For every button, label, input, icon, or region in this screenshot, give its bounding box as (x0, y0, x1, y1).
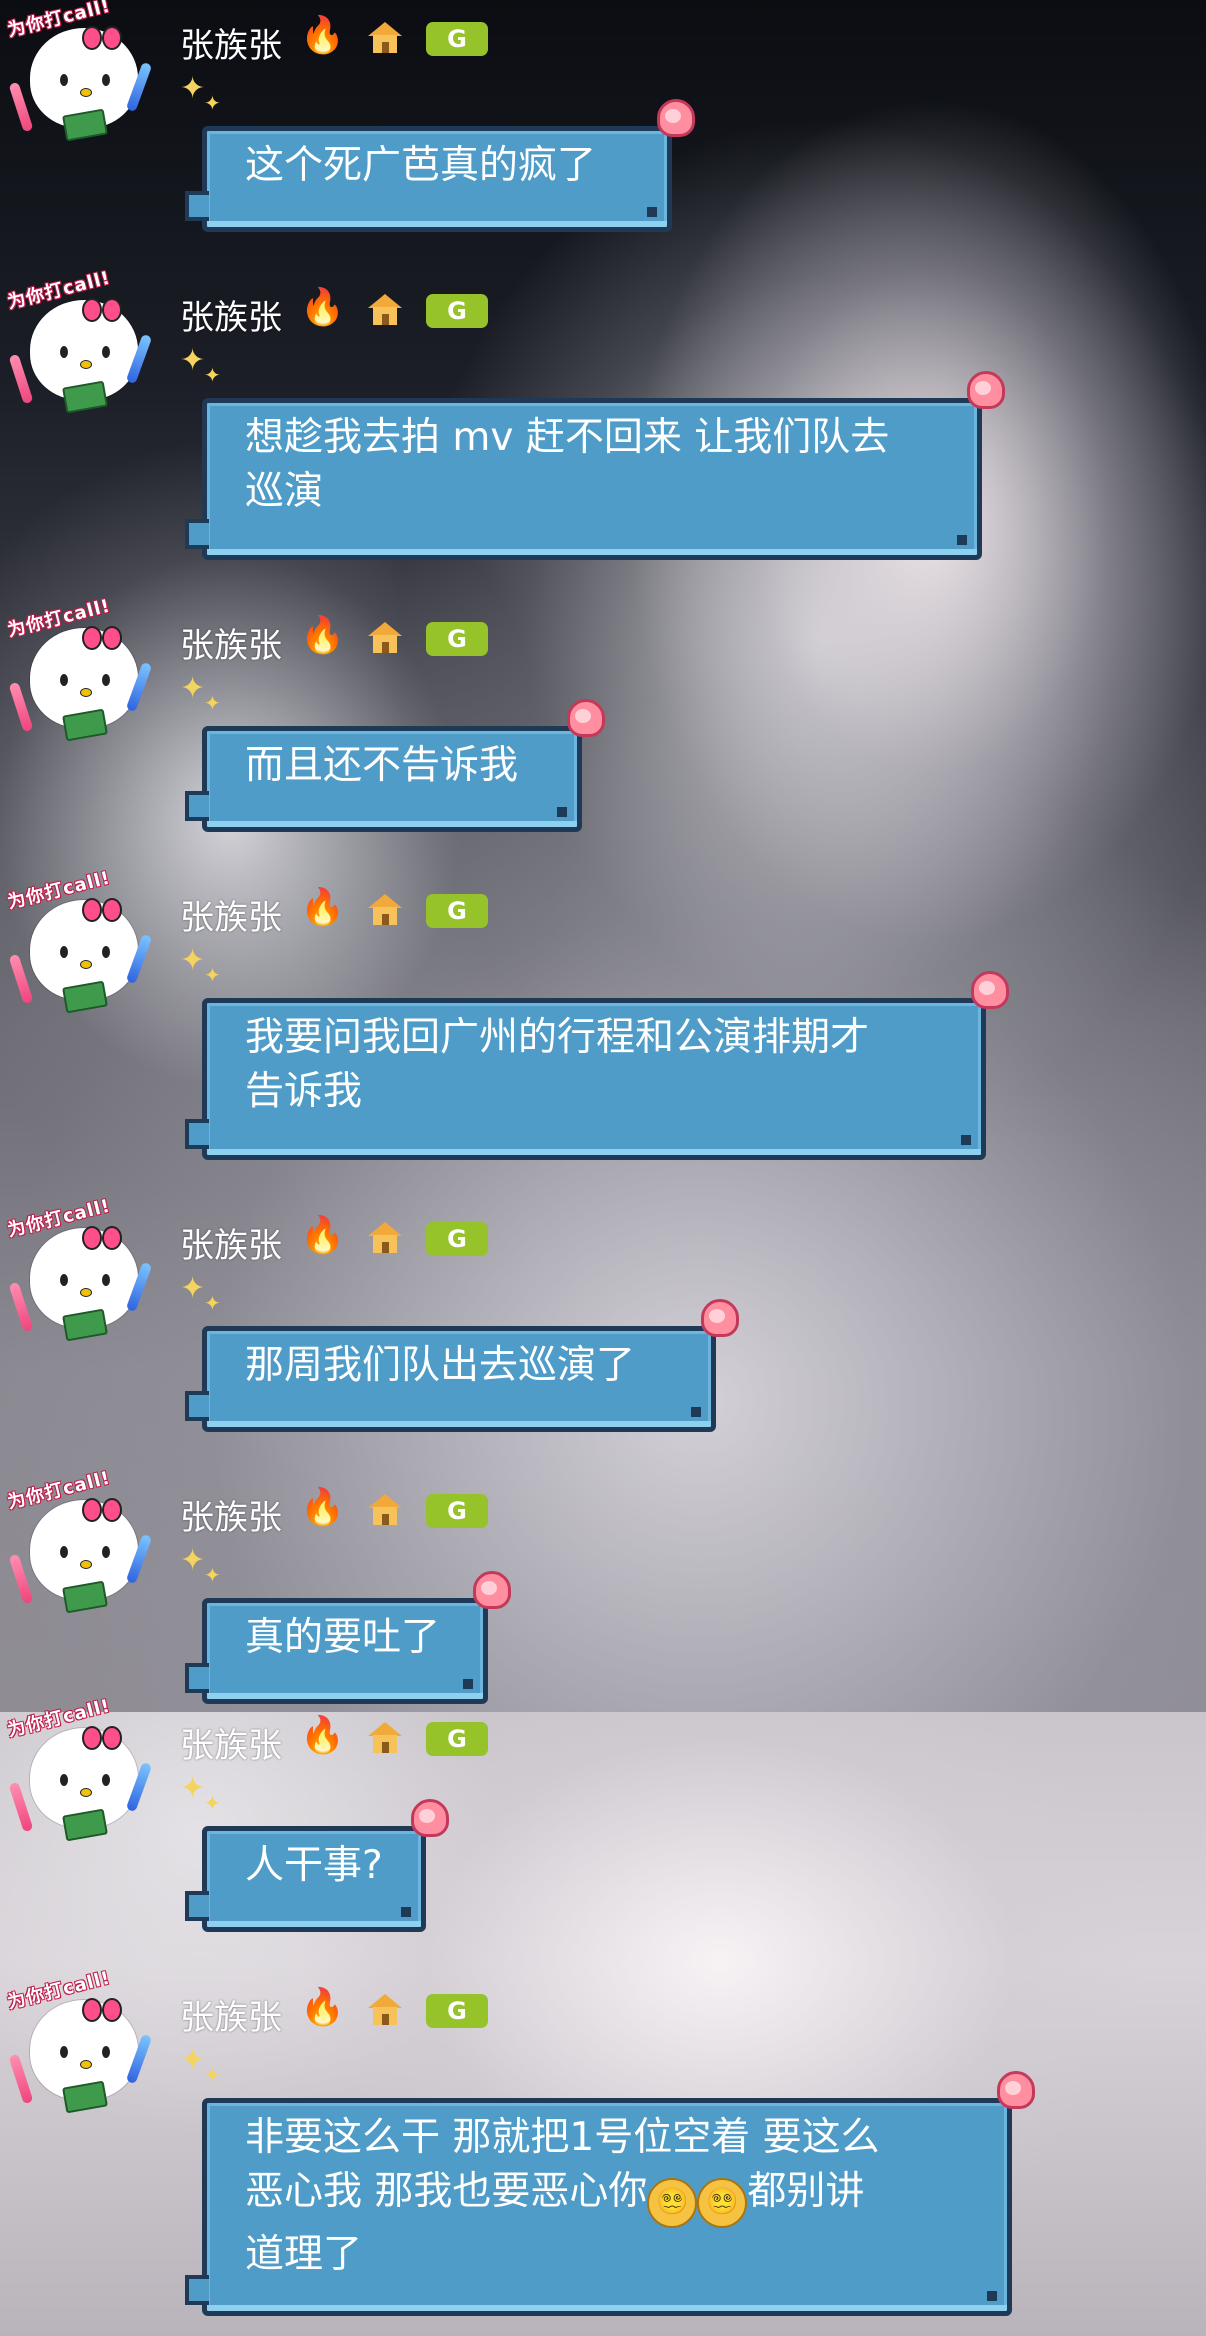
money-icon (62, 380, 108, 414)
house-icon (368, 22, 402, 56)
message-bubble[interactable]: 这个死广芭真的疯了 (185, 99, 695, 232)
message-text: 想趁我去拍 mv 赶不回来 让我们队去 巡演 (245, 415, 890, 514)
sender-name[interactable]: 张族张 (180, 890, 282, 939)
dizzy-face-emoji-icon: 😵‍💫 (647, 2178, 698, 2228)
bubble-corner-decoration-icon (965, 963, 1011, 1009)
bubble-corner-decoration-icon (467, 1563, 513, 1609)
dizzy-face-emoji-icon: 😵‍💫 (697, 2178, 748, 2228)
fire-icon: 🔥 (300, 1487, 345, 1528)
money-icon (62, 2080, 108, 2114)
money-icon (62, 708, 108, 742)
message-text: 人干事? (245, 1843, 383, 1888)
level-badge: G (426, 1222, 488, 1256)
message-bubble[interactable]: 人干事? (185, 1799, 449, 1932)
bubble-corner-decoration-icon (561, 691, 607, 737)
message-bubble[interactable]: 而且还不告诉我 (185, 699, 605, 832)
bubble-tail (185, 1891, 209, 1921)
money-icon (62, 1808, 108, 1842)
bubble-tail (185, 1391, 209, 1421)
level-badge: G (426, 1494, 488, 1528)
bubble-corner-decoration-icon (695, 1291, 741, 1337)
bubble-pixel-icon (647, 207, 657, 217)
fire-icon: 🔥 (300, 615, 345, 656)
house-icon (368, 294, 402, 328)
sender-name[interactable]: 张族张 (180, 1490, 282, 1539)
sender-name[interactable]: 张族张 (180, 618, 282, 667)
fire-icon: 🔥 (300, 287, 345, 328)
avatar[interactable]: 为你打call! (5, 596, 156, 758)
money-icon (62, 1580, 108, 1614)
house-icon (368, 1494, 402, 1528)
house-icon (368, 1994, 402, 2028)
sparkle-icon: ✦ ✦ (180, 1271, 221, 1316)
bubble-tail (185, 191, 209, 221)
message-bubble[interactable]: 想趁我去拍 mv 赶不回来 让我们队去 巡演 (185, 371, 1005, 560)
level-badge: G (426, 622, 488, 656)
bubble-corner-decoration-icon (991, 2063, 1037, 2109)
avatar[interactable]: 为你打call! (5, 1968, 156, 2130)
sender-name[interactable]: 张族张 (180, 1218, 282, 1267)
message-bubble[interactable]: 我要问我回广州的行程和公演排期才 告诉我 (185, 971, 1009, 1160)
sender-name[interactable]: 张族张 (180, 18, 282, 67)
bubble-tail (185, 519, 209, 549)
bubble-tail (185, 2275, 209, 2305)
bubble-pixel-icon (557, 807, 567, 817)
message-bubble[interactable]: 真的要吐了 (185, 1571, 511, 1704)
fire-icon: 🔥 (300, 1987, 345, 2028)
level-badge: G (426, 894, 488, 928)
sparkle-icon: ✦ ✦ (180, 71, 221, 116)
fire-icon: 🔥 (300, 1215, 345, 1256)
avatar[interactable]: 为你打call! (5, 1196, 156, 1358)
sparkle-icon: ✦ ✦ (180, 671, 221, 716)
message-text: 真的要吐了 (245, 1615, 441, 1660)
avatar[interactable]: 为你打call! (5, 1468, 156, 1630)
bubble-tail (185, 1119, 209, 1149)
background-image-top (0, 0, 1206, 1712)
message-bubble[interactable]: 那周我们队出去巡演了 (185, 1299, 739, 1432)
money-icon (62, 108, 108, 142)
bubble-pixel-icon (957, 535, 967, 545)
fire-icon: 🔥 (300, 1715, 345, 1756)
sparkle-icon: ✦ ✦ (180, 343, 221, 388)
message-text: 而且还不告诉我 (245, 743, 519, 788)
level-badge: G (426, 1722, 488, 1756)
bubble-corner-decoration-icon (651, 91, 697, 137)
message-bubble[interactable]: 非要这么干 那就把1号位空着 要这么 恶心我 那我也要恶心你 😵‍💫 😵‍💫 都别讲 … (185, 2071, 1035, 2316)
message-text: 那周我们队出去巡演了 (245, 1343, 636, 1388)
avatar[interactable]: 为你打call! (5, 868, 156, 1030)
fire-icon: 🔥 (300, 15, 345, 56)
message-text: 这个死广芭真的疯了 (245, 143, 597, 188)
bubble-pixel-icon (691, 1407, 701, 1417)
bubble-pixel-icon (463, 1679, 473, 1689)
sparkle-icon: ✦ ✦ (180, 2043, 221, 2088)
avatar[interactable]: 为你打call! (5, 1696, 156, 1858)
bubble-pixel-icon (987, 2291, 997, 2301)
house-icon (368, 894, 402, 928)
level-badge: G (426, 294, 488, 328)
house-icon (368, 622, 402, 656)
sparkle-icon: ✦ ✦ (180, 943, 221, 988)
money-icon (62, 1308, 108, 1342)
level-badge: G (426, 22, 488, 56)
sparkle-icon: ✦ ✦ (180, 1771, 221, 1816)
sender-name[interactable]: 张族张 (180, 1718, 282, 1767)
message-text: 我要问我回广州的行程和公演排期才 告诉我 (245, 1015, 870, 1114)
money-icon (62, 980, 108, 1014)
level-badge: G (426, 1994, 488, 2028)
bubble-corner-decoration-icon (405, 1791, 451, 1837)
bubble-corner-decoration-icon (961, 363, 1007, 409)
house-icon (368, 1222, 402, 1256)
avatar[interactable]: 为你打call! (5, 0, 156, 158)
house-icon (368, 1722, 402, 1756)
sender-name[interactable]: 张族张 (180, 1990, 282, 2039)
bubble-tail (185, 791, 209, 821)
bubble-tail (185, 1663, 209, 1693)
fire-icon: 🔥 (300, 887, 345, 928)
bubble-pixel-icon (401, 1907, 411, 1917)
avatar[interactable]: 为你打call! (5, 268, 156, 430)
bubble-pixel-icon (961, 1135, 971, 1145)
sender-name[interactable]: 张族张 (180, 290, 282, 339)
sparkle-icon: ✦ ✦ (180, 1543, 221, 1588)
